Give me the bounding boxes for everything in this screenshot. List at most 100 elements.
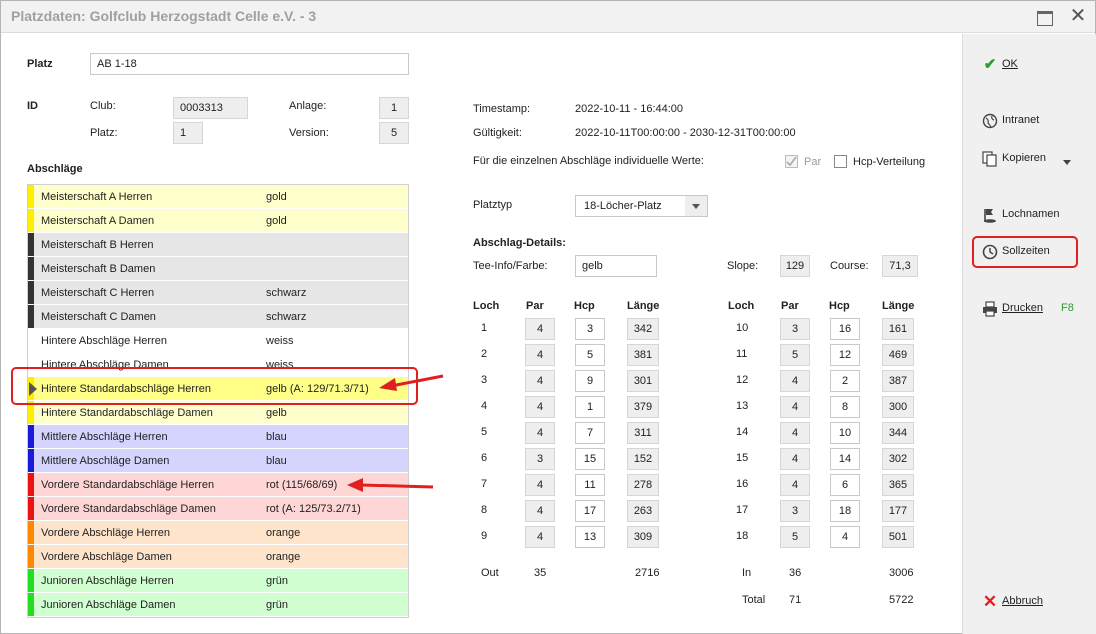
hole-hcp-input[interactable]: 10	[830, 422, 860, 444]
hole-par-field: 4	[780, 370, 810, 392]
tee-row[interactable]: Meisterschaft B Damen	[28, 257, 408, 281]
tee-color-text: gelb	[266, 407, 287, 419]
tee-row[interactable]: Junioren Abschläge Herren grün	[28, 569, 408, 593]
hole-hcp-input[interactable]: 4	[830, 526, 860, 548]
tee-row[interactable]: Meisterschaft C Herren schwarz	[28, 281, 408, 305]
hole-number: 1	[481, 322, 488, 334]
hole-hcp-input[interactable]: 16	[830, 318, 860, 340]
tee-row[interactable]: Vordere Abschläge Damen orange	[28, 545, 408, 569]
in-label: In	[742, 567, 752, 579]
hole-hcp-input[interactable]: 18	[830, 500, 860, 522]
hole-hcp-input[interactable]: 5	[575, 344, 605, 366]
chevron-down-icon[interactable]	[685, 196, 707, 216]
clock-icon	[981, 243, 999, 261]
platztyp-select[interactable]: 18-Löcher-Platz	[575, 195, 708, 217]
tee-name: Junioren Abschläge Damen	[41, 599, 176, 611]
hole-par-field: 5	[780, 526, 810, 548]
tee-name: Meisterschaft B Damen	[41, 263, 156, 275]
tee-row[interactable]: Mittlere Abschläge Damen blau	[28, 449, 408, 473]
hole-number: 6	[481, 452, 488, 464]
hole-number: 8	[481, 504, 488, 516]
tee-name: Hintere Standardabschläge Damen	[41, 407, 213, 419]
individuell-label: Für die einzelnen Abschläge individuelle…	[473, 155, 704, 167]
hole-par-field: 4	[780, 474, 810, 496]
hole-par-field: 4	[780, 422, 810, 444]
tee-name: Meisterschaft A Damen	[41, 215, 155, 227]
par-checkbox[interactable]	[785, 155, 798, 168]
platz-input[interactable]: AB 1-18	[90, 53, 409, 75]
hole-par-field: 3	[780, 500, 810, 522]
tee-row[interactable]: Meisterschaft B Herren	[28, 233, 408, 257]
abbruch-label: Abbruch	[1002, 595, 1043, 607]
hole-par-field: 4	[525, 474, 555, 496]
drucken-label: Drucken	[1002, 302, 1043, 314]
hole-number: 9	[481, 530, 488, 542]
tee-row[interactable]: Meisterschaft C Damen schwarz	[28, 305, 408, 329]
col-header-loch: Loch	[728, 300, 755, 312]
tee-row[interactable]: Vordere Abschläge Herren orange	[28, 521, 408, 545]
hole-hcp-input[interactable]: 3	[575, 318, 605, 340]
hole-number: 15	[736, 452, 749, 464]
hole-number: 10	[736, 322, 749, 334]
gueltigkeit-label: Gültigkeit:	[473, 127, 522, 139]
hole-number: 14	[736, 426, 749, 438]
hole-par-field: 4	[525, 422, 555, 444]
tee-row[interactable]: Meisterschaft A Herren gold	[28, 185, 408, 209]
hcp-verteilung-checkbox[interactable]	[834, 155, 847, 168]
slope-label: Slope:	[727, 260, 759, 272]
hole-hcp-input[interactable]: 2	[830, 370, 860, 392]
hole-laenge-field: 301	[627, 370, 659, 392]
hole-hcp-input[interactable]: 7	[575, 422, 605, 444]
hole-hcp-input[interactable]: 15	[575, 448, 605, 470]
ok-label: OK	[1002, 58, 1018, 70]
annotation-arrow-icon	[379, 374, 444, 391]
col-header-loch: Loch	[473, 300, 500, 312]
tee-color-stripe	[28, 329, 34, 352]
hole-hcp-input[interactable]: 1	[575, 396, 605, 418]
tee-info-input[interactable]: gelb	[575, 255, 657, 277]
hole-hcp-input[interactable]: 11	[575, 474, 605, 496]
dropdown-arrow-icon[interactable]	[1063, 160, 1071, 165]
tee-row[interactable]: Mittlere Abschläge Herren blau	[28, 425, 408, 449]
platz-id-label: Platz:	[90, 127, 118, 139]
hole-hcp-input[interactable]: 14	[830, 448, 860, 470]
hole-number: 17	[736, 504, 749, 516]
hole-number: 12	[736, 374, 749, 386]
hole-laenge-field: 263	[627, 500, 659, 522]
total-label: Total	[742, 594, 766, 606]
copy-icon	[981, 150, 999, 168]
hole-hcp-input[interactable]: 9	[575, 370, 605, 392]
timestamp-value: 2022-10-11 - 16:44:00	[575, 103, 684, 115]
hole-hcp-input[interactable]: 12	[830, 344, 860, 366]
title-bar: Platzdaten: Golfclub Herzogstadt Celle e…	[1, 1, 1095, 33]
tee-row[interactable]: Hintere Abschläge Herren weiss	[28, 329, 408, 353]
tee-row[interactable]: Vordere Standardabschläge Damen rot (A: 1…	[28, 497, 408, 521]
hole-hcp-input[interactable]: 6	[830, 474, 860, 496]
hole-laenge-field: 161	[882, 318, 914, 340]
checkmark-icon: ✔	[983, 56, 997, 73]
tee-name: Meisterschaft A Herren	[41, 191, 153, 203]
tee-color-stripe	[28, 449, 34, 472]
globe-icon	[981, 112, 999, 130]
slope-field: 129	[780, 255, 810, 277]
kopieren-button[interactable]: Kopieren	[981, 148, 1081, 170]
hole-par-field: 4	[780, 448, 810, 470]
intranet-label: Intranet	[1002, 114, 1040, 126]
hole-hcp-input[interactable]: 8	[830, 396, 860, 418]
hole-par-field: 4	[525, 396, 555, 418]
in-laenge: 3006	[889, 567, 914, 579]
hole-par-field: 4	[525, 370, 555, 392]
tee-row[interactable]: Junioren Abschläge Damen grün	[28, 593, 408, 617]
drucken-button[interactable]: Drucken F8	[981, 298, 1081, 320]
hole-number: 2	[481, 348, 488, 360]
version-field: 5	[379, 122, 409, 144]
hole-hcp-input[interactable]: 17	[575, 500, 605, 522]
tee-color-stripe	[28, 281, 34, 304]
hole-par-field: 3	[525, 448, 555, 470]
hole-hcp-input[interactable]: 13	[575, 526, 605, 548]
tee-row[interactable]: Meisterschaft A Damen gold	[28, 209, 408, 233]
maximize-icon[interactable]	[1035, 7, 1055, 27]
close-icon[interactable]: ✕	[1068, 6, 1088, 27]
tee-name: Mittlere Abschläge Damen	[41, 455, 170, 467]
sollzeiten-label: Sollzeiten	[1002, 245, 1050, 257]
